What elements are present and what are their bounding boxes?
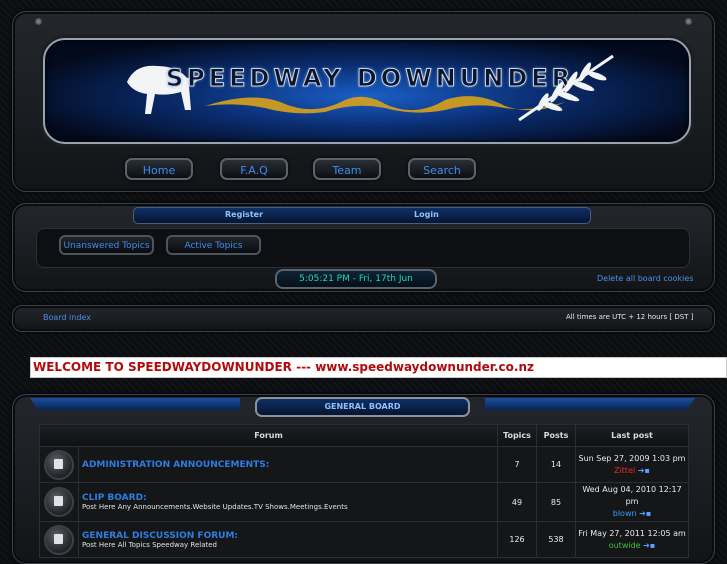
section-title: GENERAL BOARD [324, 402, 401, 411]
col-forum: Forum [39, 424, 498, 447]
last-post-user[interactable]: Zittel [614, 466, 635, 475]
last-post-date: Wed Aug 04, 2010 12:17 pm [582, 485, 682, 506]
table-row: GENERAL DISCUSSION FORUM: Post Here All … [39, 521, 689, 558]
topic-count: 126 [497, 521, 537, 558]
forum-link[interactable]: ADMINISTRATION ANNOUNCEMENTS: [82, 460, 496, 470]
screw-icon [35, 18, 42, 25]
topic-count: 49 [497, 482, 537, 522]
forum-link[interactable]: CLIP BOARD: [82, 493, 496, 503]
table-row: ADMINISTRATION ANNOUNCEMENTS: 7 14 Sun S… [39, 446, 689, 483]
last-post-user[interactable]: blown [613, 509, 637, 518]
forum-read-icon [44, 524, 74, 555]
nav-team-button[interactable]: Team [313, 158, 381, 180]
forum-table: Forum Topics Posts Last post ADMINISTRAT… [39, 424, 689, 558]
col-topics: Topics [497, 424, 537, 447]
table-header-row: Forum Topics Posts Last post [39, 424, 689, 447]
col-last-post: Last post [575, 424, 689, 447]
last-post-user[interactable]: outwide [609, 541, 641, 550]
table-row: CLIP BOARD: Post Here Any Announcements.… [39, 482, 689, 522]
last-post-date: Sun Sep 27, 2009 1:03 pm [578, 453, 686, 463]
post-count: 14 [536, 446, 576, 483]
view-latest-post-icon[interactable]: ➔▪ [639, 509, 651, 518]
screw-icon [685, 18, 692, 25]
delete-cookies-link[interactable]: Delete all board cookies [597, 274, 694, 283]
post-count: 85 [536, 482, 576, 522]
timezone-text: All times are UTC + 12 hours [ DST ] [566, 313, 694, 321]
nav-search-button[interactable]: Search [408, 158, 476, 180]
topic-count: 7 [497, 446, 537, 483]
unanswered-topics-button[interactable]: Unanswered Topics [59, 235, 154, 255]
post-count: 538 [536, 521, 576, 558]
forum-link[interactable]: GENERAL DISCUSSION FORUM: [82, 531, 496, 541]
nav-home-button[interactable]: Home [125, 158, 193, 180]
last-post-date: Fri May 27, 2011 12:05 am [578, 528, 686, 538]
welcome-text: WELCOME TO SPEEDWAYDOWNUNDER --- www.spe… [33, 360, 534, 374]
section-wing-left [30, 398, 240, 410]
login-link[interactable]: Login [414, 210, 439, 219]
active-topics-button[interactable]: Active Topics [166, 235, 261, 255]
view-latest-post-icon[interactable]: ➔▪ [638, 466, 650, 475]
welcome-banner: WELCOME TO SPEEDWAYDOWNUNDER --- www.spe… [30, 357, 727, 378]
register-link[interactable]: Register [225, 210, 263, 219]
clock-display: 5:05:21 PM - Fri, 17th Jun [275, 269, 437, 289]
nav-faq-button[interactable]: F.A.Q [220, 158, 288, 180]
board-index-link[interactable]: Board index [43, 313, 91, 322]
forum-description: Post Here Any Announcements.Website Upda… [82, 503, 348, 511]
section-wing-right [485, 398, 695, 410]
col-posts: Posts [536, 424, 576, 447]
locked-forum-icon [44, 449, 74, 480]
auth-bar [133, 207, 591, 224]
view-latest-post-icon[interactable]: ➔▪ [643, 541, 655, 550]
fern-icon [518, 54, 614, 122]
site-banner[interactable]: SPEEDWAY DOWNUNDER [43, 38, 691, 144]
forum-read-icon [44, 487, 74, 517]
